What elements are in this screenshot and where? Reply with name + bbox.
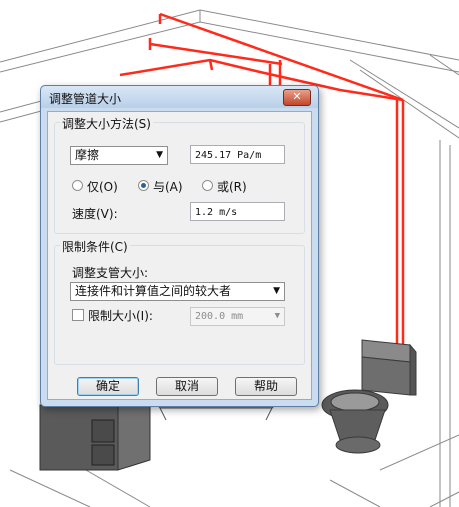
branch-size-select[interactable]: 连接件和计算值之间的较大者 ▼ bbox=[70, 282, 285, 301]
friction-value-input[interactable]: 245.17 Pa/m bbox=[190, 145, 285, 164]
branch-size-value: 连接件和计算值之间的较大者 bbox=[75, 284, 232, 298]
toilet bbox=[321, 339, 417, 454]
method-select-value: 摩擦 bbox=[75, 148, 100, 162]
radio-or[interactable] bbox=[202, 180, 213, 191]
wall-edge-right bbox=[349, 54, 459, 139]
radio-only-label[interactable]: 仅(O) bbox=[87, 178, 118, 195]
help-button[interactable]: 帮助 bbox=[235, 377, 297, 396]
limit-size-select: 200.0 mm ▼ bbox=[190, 307, 285, 326]
chevron-down-icon: ▼ bbox=[273, 286, 280, 296]
constraints-label: 限制条件(C) bbox=[60, 238, 130, 255]
close-icon: ✕ bbox=[292, 90, 302, 103]
chevron-down-icon: ▼ bbox=[156, 150, 163, 160]
velocity-label: 速度(V): bbox=[72, 207, 118, 221]
dialog-title: 调整管道大小 bbox=[49, 92, 122, 106]
radio-only[interactable] bbox=[72, 180, 83, 191]
ok-button[interactable]: 确定 bbox=[77, 377, 139, 396]
velocity-input[interactable]: 1.2 m/s bbox=[190, 202, 285, 221]
radio-and[interactable] bbox=[138, 180, 149, 191]
method-select[interactable]: 摩擦 ▼ bbox=[70, 146, 168, 165]
close-button[interactable]: ✕ bbox=[283, 89, 311, 106]
resize-pipe-dialog: 调整管道大小 ✕ 调整大小方法(S) 摩擦 ▼ 245.17 Pa/m 仅(O)… bbox=[40, 85, 319, 407]
chevron-down-icon: ▼ bbox=[274, 311, 280, 321]
radio-and-label[interactable]: 与(A) bbox=[153, 178, 183, 195]
wall-edge-left bbox=[0, 99, 46, 123]
wall-vertical bbox=[439, 140, 451, 507]
constraints-group bbox=[54, 245, 305, 365]
limit-size-checkbox[interactable] bbox=[72, 309, 84, 321]
branch-size-label: 调整支管大小: bbox=[72, 266, 149, 280]
sizing-method-label: 调整大小方法(S) bbox=[60, 115, 153, 132]
dialog-titlebar[interactable]: 调整管道大小 ✕ bbox=[41, 86, 318, 108]
radio-or-label[interactable]: 或(R) bbox=[217, 178, 247, 195]
limit-size-value: 200.0 mm bbox=[195, 311, 244, 322]
limit-size-label[interactable]: 限制大小(I): bbox=[88, 307, 153, 324]
cancel-button[interactable]: 取消 bbox=[156, 377, 218, 396]
dialog-body: 调整大小方法(S) 摩擦 ▼ 245.17 Pa/m 仅(O) 与(A) 或(R… bbox=[47, 111, 312, 400]
wall-outline bbox=[0, 9, 459, 73]
